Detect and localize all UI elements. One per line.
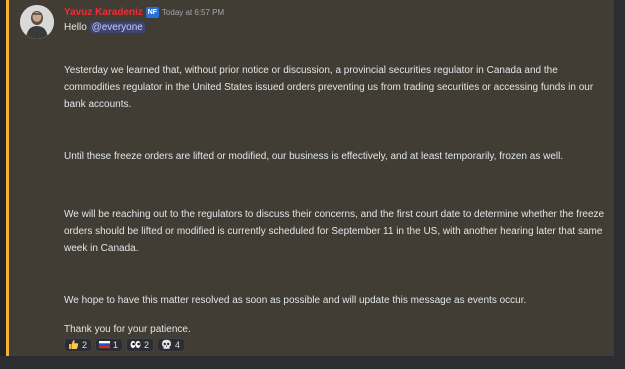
reaction-count: 4 xyxy=(175,340,181,350)
everyone-mention[interactable]: @everyone xyxy=(89,22,145,33)
reactions-bar: 2 1 2 4 xyxy=(64,338,188,353)
bottom-strip xyxy=(0,356,625,369)
server-tag-badge[interactable]: NF xyxy=(145,7,159,18)
timestamp[interactable]: Today at 6:57 PM xyxy=(162,8,224,17)
reaction-thumbs-up[interactable]: 2 xyxy=(64,338,93,352)
reaction-count: 2 xyxy=(144,340,150,350)
reaction-count: 2 xyxy=(82,340,88,350)
russia-flag-icon xyxy=(99,339,111,350)
reaction-skull[interactable]: 4 xyxy=(157,338,186,352)
avatar-image xyxy=(20,5,54,39)
reaction-eyes[interactable]: 2 xyxy=(126,338,155,352)
thumbs-up-icon xyxy=(68,339,79,350)
reaction-russia-flag[interactable]: 1 xyxy=(95,338,124,352)
paragraph-3: We will be reaching out to the regulator… xyxy=(64,209,605,254)
right-edge xyxy=(614,0,625,369)
skull-icon xyxy=(161,339,172,350)
paragraph-4: We hope to have this matter resolved as … xyxy=(64,295,527,306)
paragraph-1: Yesterday we learned that, without prior… xyxy=(64,65,594,110)
reaction-count: 1 xyxy=(113,340,119,350)
paragraph-5: Thank you for your patience. xyxy=(64,324,191,335)
greeting-text: Hello xyxy=(64,22,87,33)
chat-window: Yavuz Karadeniz NF Today at 6:57 PM Hello … xyxy=(0,0,625,369)
greeting-line: Hello @everyone xyxy=(64,19,609,36)
eyes-icon xyxy=(130,339,141,350)
username[interactable]: Yavuz Karadeniz xyxy=(64,7,143,18)
avatar[interactable] xyxy=(20,5,54,39)
paragraph-2: Until these freeze orders are lifted or … xyxy=(64,151,564,162)
message[interactable]: Yavuz Karadeniz NF Today at 6:57 PM Hello … xyxy=(6,0,614,356)
message-header: Yavuz Karadeniz NF Today at 6:57 PM xyxy=(64,6,224,20)
